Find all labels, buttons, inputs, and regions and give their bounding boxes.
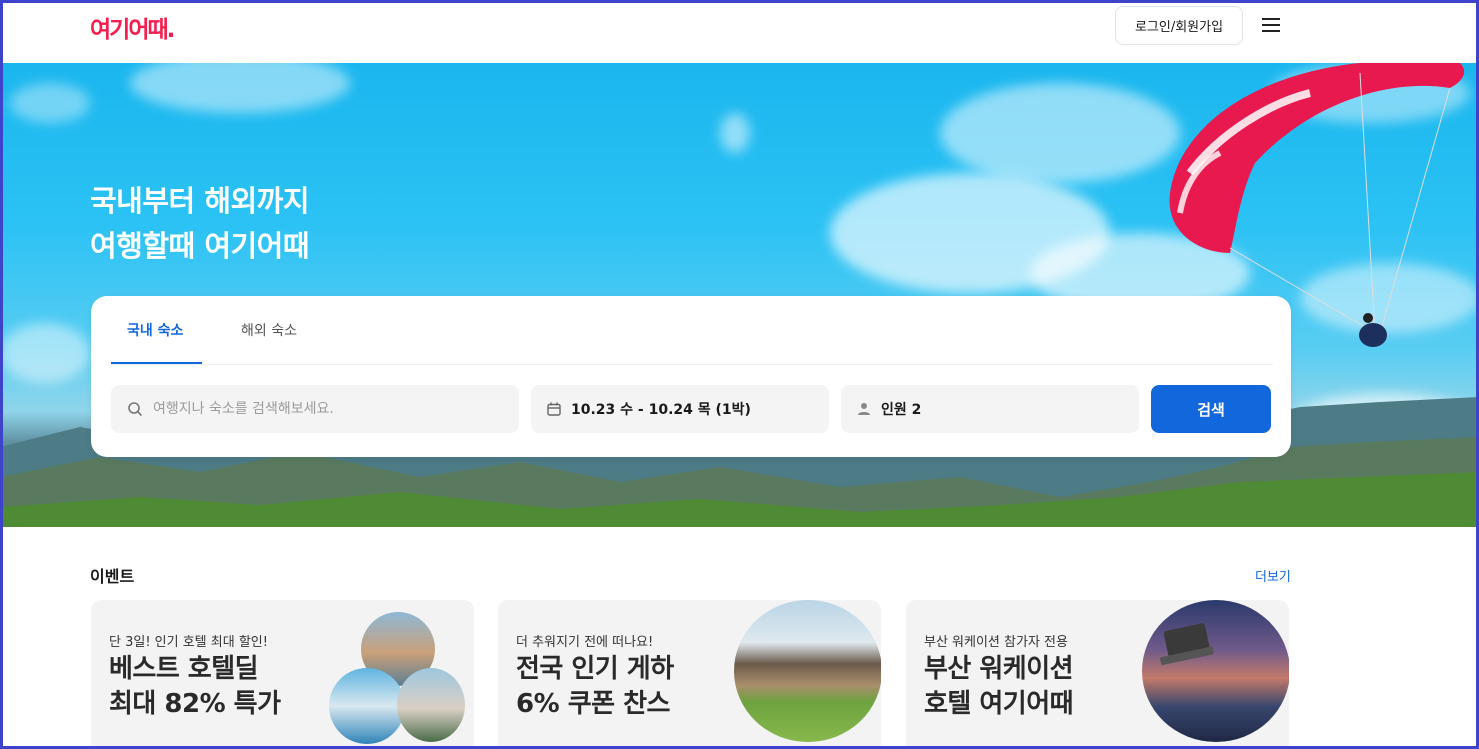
- hero-banner: 국내부터 해외까지 여행할때 여기어때: [0, 63, 1479, 527]
- active-tab-indicator: [111, 362, 202, 364]
- accommodation-tabs: 국내 숙소 해외 숙소: [111, 296, 1273, 365]
- calendar-icon: [547, 402, 561, 416]
- destination-field[interactable]: [111, 385, 519, 433]
- tab-domestic[interactable]: 국내 숙소: [127, 320, 183, 340]
- event-card-busan-workation[interactable]: 부산 워케이션 참가자 전용 부산 워케이션 호텔 여기어때: [906, 600, 1289, 749]
- event-card-subtitle: 부산 워케이션 참가자 전용: [924, 635, 1068, 650]
- event-card-headline-line1: 전국 인기 게하: [516, 654, 674, 684]
- event-card-headline-line2: 최대 82% 특가: [109, 689, 281, 719]
- top-header: 여기어때. 로그인/회원가입: [0, 0, 1479, 63]
- person-icon: [857, 402, 871, 416]
- guest-count-value: 인원 2: [881, 402, 922, 418]
- hero-title: 국내부터 해외까지 여행할때 여기어때: [90, 179, 310, 269]
- hero-title-line2: 여행할때 여기어때: [90, 229, 310, 263]
- hero-title-line1: 국내부터 해외까지: [90, 184, 310, 218]
- hanok-photo: [734, 600, 881, 742]
- destination-input[interactable]: [153, 401, 493, 417]
- event-card-headline-line1: 부산 워케이션: [924, 654, 1074, 684]
- cloud-decoration: [0, 323, 90, 383]
- events-more-link[interactable]: 더보기: [1255, 566, 1291, 585]
- cloud-decoration: [720, 113, 750, 153]
- search-button[interactable]: 검색: [1151, 385, 1271, 433]
- event-card-headline-line1: 베스트 호텔딜: [109, 654, 259, 684]
- event-card-hotel-deal[interactable]: 단 3일! 인기 호텔 최대 할인! 베스트 호텔딜 최대 82% 특가: [91, 600, 474, 749]
- hotel-photo-3: [397, 668, 465, 742]
- cloud-decoration: [130, 63, 350, 113]
- date-range-value: 10.23 수 - 10.24 목 (1박): [571, 402, 751, 418]
- event-card-headline: 부산 워케이션 호텔 여기어때: [924, 652, 1074, 722]
- event-card-guesthouse[interactable]: 더 추워지기 전에 떠나요! 전국 인기 게하 6% 쿠폰 찬스: [498, 600, 881, 749]
- laptop-icon: [1160, 623, 1214, 665]
- date-picker-field[interactable]: 10.23 수 - 10.24 목 (1박): [531, 385, 829, 433]
- event-card-headline-line2: 호텔 여기어때: [924, 689, 1074, 719]
- hamburger-menu-icon[interactable]: [1262, 18, 1280, 32]
- event-card-headline: 전국 인기 게하 6% 쿠폰 찬스: [516, 652, 674, 722]
- brand-logo[interactable]: 여기어때.: [90, 10, 175, 44]
- tab-overseas[interactable]: 해외 숙소: [241, 320, 297, 340]
- search-panel: 국내 숙소 해외 숙소 10.23 수 - 10.24 목 (1박) 인원 2 …: [91, 296, 1291, 457]
- search-icon: [127, 401, 143, 417]
- guest-count-field[interactable]: 인원 2: [841, 385, 1139, 433]
- event-card-headline: 베스트 호텔딜 최대 82% 특가: [109, 652, 281, 722]
- event-card-subtitle: 더 추워지기 전에 떠나요!: [516, 635, 654, 650]
- cloud-decoration: [940, 83, 1180, 183]
- login-signup-button[interactable]: 로그인/회원가입: [1115, 6, 1243, 45]
- cloud-decoration: [10, 83, 90, 123]
- event-card-headline-line2: 6% 쿠폰 찬스: [516, 689, 670, 719]
- event-card-subtitle: 단 3일! 인기 호텔 최대 할인!: [109, 635, 268, 650]
- events-section-title: 이벤트: [90, 567, 135, 586]
- hotel-photo-2: [329, 668, 405, 744]
